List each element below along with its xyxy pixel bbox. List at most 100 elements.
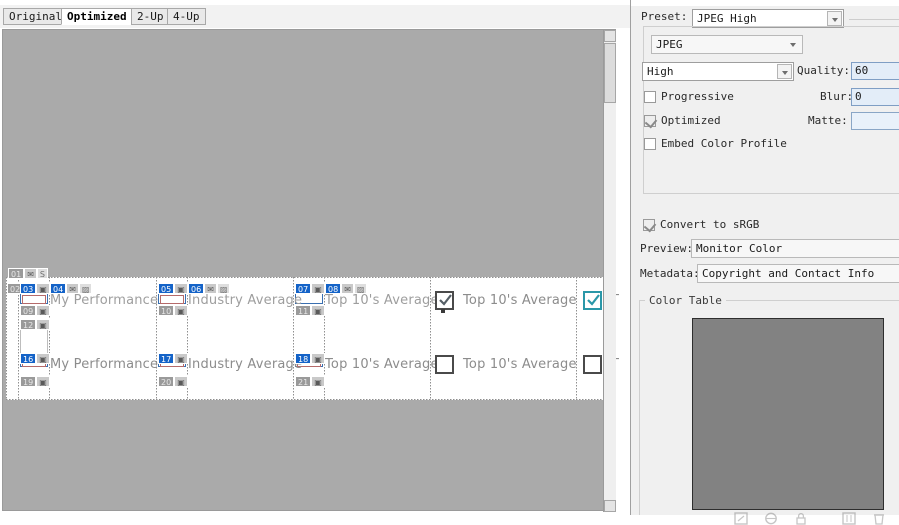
matte-swatch[interactable]	[851, 112, 899, 130]
slice-badge[interactable]: 01 ✉ S	[8, 268, 48, 279]
checkbox-progressive[interactable]	[644, 90, 656, 103]
artboard: My Performance Industry Average Top 10's…	[6, 268, 619, 400]
cell-industry-average: Industry Average	[188, 349, 302, 379]
slice-number: 01	[8, 268, 25, 279]
label-my-performance: My Performance	[50, 292, 159, 308]
checkbox-unchecked[interactable]	[583, 354, 602, 374]
slice-number: 09	[20, 305, 37, 316]
slice-number: 18	[295, 353, 312, 364]
slice-badge[interactable]: 20 ▣	[158, 376, 188, 387]
tab-optimized[interactable]: Optimized	[61, 8, 133, 25]
cell-top10-average-unchecked[interactable]: Top 10's Average	[435, 349, 577, 379]
chevron-down-icon[interactable]	[827, 11, 842, 26]
preview-value: Monitor Color	[696, 242, 783, 255]
slice-link-icon: ✉	[24, 268, 37, 279]
metadata-dropdown[interactable]: Copyright and Contact Info	[697, 264, 899, 283]
image-preview-canvas[interactable]: My Performance Industry Average Top 10's…	[2, 29, 619, 512]
slice-badge[interactable]: 09 ▣	[20, 305, 50, 316]
progressive-row[interactable]: Progressive	[644, 90, 734, 103]
slice-badge[interactable]: 18 ▣	[295, 353, 325, 364]
slice-link-icon: ▣	[311, 353, 325, 364]
slice-link-icon: ▣	[174, 376, 188, 387]
file-format-value: JPEG	[656, 38, 683, 51]
convert-srgb-row[interactable]: Convert to sRGB	[643, 218, 759, 231]
checkbox-checked-teal[interactable]	[583, 290, 602, 310]
slice-guide-h	[6, 277, 616, 278]
color-table-body	[639, 300, 899, 525]
slice-link-icon: ▣	[36, 305, 50, 316]
quality-preset-dropdown[interactable]: High	[642, 62, 794, 81]
checkbox-checked-gray[interactable]	[435, 290, 454, 310]
matte-row: Matte:	[808, 114, 848, 127]
tab-original[interactable]: Original	[3, 8, 68, 25]
preview-row: Preview:	[640, 242, 693, 255]
blur-input[interactable]: 0	[851, 88, 899, 106]
cell-top10-average: Top 10's Average	[325, 349, 439, 379]
lock-icon[interactable]	[794, 512, 808, 525]
web-shift-icon[interactable]	[764, 512, 778, 525]
canvas-backdrop	[3, 30, 615, 510]
tabbar-top-edge	[0, 0, 630, 5]
preview-dropdown[interactable]: Monitor Color	[691, 239, 899, 258]
preview-vertical-scrollbar[interactable]	[603, 30, 616, 512]
checkbox-optimized[interactable]	[644, 114, 656, 127]
checkbox-unchecked[interactable]	[435, 354, 454, 374]
slice-badge[interactable]: 21 ▣	[295, 376, 325, 387]
quality-input[interactable]: 60	[851, 62, 899, 80]
preview-pane: Original Optimized 2-Up 4-Up My Performa…	[0, 0, 630, 515]
label-industry-average: Industry Average	[188, 292, 303, 308]
label-top10-average: Top 10's Average	[463, 292, 577, 308]
slice-badge[interactable]: 08 ✉ ▨	[325, 283, 368, 294]
chevron-down-icon[interactable]	[777, 64, 792, 79]
map-icon[interactable]	[842, 512, 856, 525]
slice-link-icon: ▣	[174, 283, 188, 294]
slice-badge[interactable]: 03 ▣	[20, 283, 50, 294]
slice-type-icon: S	[36, 268, 48, 279]
color-table-swatch[interactable]	[692, 318, 884, 510]
slice-badge[interactable]: 10 ▣	[158, 305, 188, 316]
label-industry-average: Industry Average	[188, 356, 303, 372]
tab-4up[interactable]: 4-Up	[167, 8, 206, 25]
slice-link-icon: ▣	[174, 353, 188, 364]
slice-number: 21	[295, 376, 312, 387]
slice-link-icon: ▣	[174, 305, 188, 316]
file-format-dropdown[interactable]: JPEG	[651, 35, 803, 54]
settings-panel: Preset: JPEG High JPEG High Quality: 60 …	[630, 0, 899, 525]
cell-top10-average-checked[interactable]: Top 10's Average	[435, 285, 577, 315]
scroll-thumb[interactable]	[604, 43, 616, 103]
optimized-row[interactable]: Optimized	[644, 114, 721, 127]
preset-row: Preset:	[641, 10, 687, 23]
slice-badge[interactable]: 19 ▣	[20, 376, 50, 387]
metadata-value: Copyright and Contact Info	[702, 267, 875, 280]
slice-badge[interactable]: 11 ▣	[295, 305, 325, 316]
slice-number: 04	[50, 283, 67, 294]
slice-badge[interactable]: 05 ▣	[158, 283, 188, 294]
label-top10-average: Top 10's Average	[325, 356, 439, 372]
slice-link-icon: ▣	[36, 353, 50, 364]
checkbox-convert-to-srgb[interactable]	[643, 218, 655, 231]
quality-preset-value: High	[647, 65, 674, 78]
label-my-performance: My Performance	[50, 356, 159, 372]
embed-color-profile-label: Embed Color Profile	[661, 137, 787, 150]
slice-link-icon: ✉	[204, 283, 217, 294]
slice-badge[interactable]: 12 ▣	[20, 319, 50, 330]
slice-badge[interactable]: 17 ▣	[158, 353, 188, 364]
optimized-label: Optimized	[661, 114, 721, 127]
slice-number: 16	[20, 353, 37, 364]
slice-badge[interactable]: 07 ▣	[295, 283, 325, 294]
scroll-up-icon[interactable]	[604, 30, 616, 42]
trash-icon[interactable]	[872, 512, 886, 525]
checkbox-embed-color-profile[interactable]	[644, 137, 656, 150]
metadata-label: Metadata:	[640, 267, 700, 280]
embed-color-profile-row[interactable]: Embed Color Profile	[644, 137, 787, 150]
new-swatch-icon[interactable]	[734, 512, 748, 525]
scroll-down-icon[interactable]	[604, 500, 616, 512]
cell-my-performance: My Performance	[50, 349, 158, 379]
slice-badge[interactable]: 04 ✉ ▨	[50, 283, 93, 294]
quality-row: Quality:	[797, 64, 850, 77]
slice-badge[interactable]: 06 ✉ ▨	[188, 283, 231, 294]
tab-2up[interactable]: 2-Up	[131, 8, 170, 25]
progressive-label: Progressive	[661, 90, 734, 103]
slice-badge[interactable]: 16 ▣	[20, 353, 50, 364]
chevron-down-icon[interactable]	[786, 37, 801, 52]
